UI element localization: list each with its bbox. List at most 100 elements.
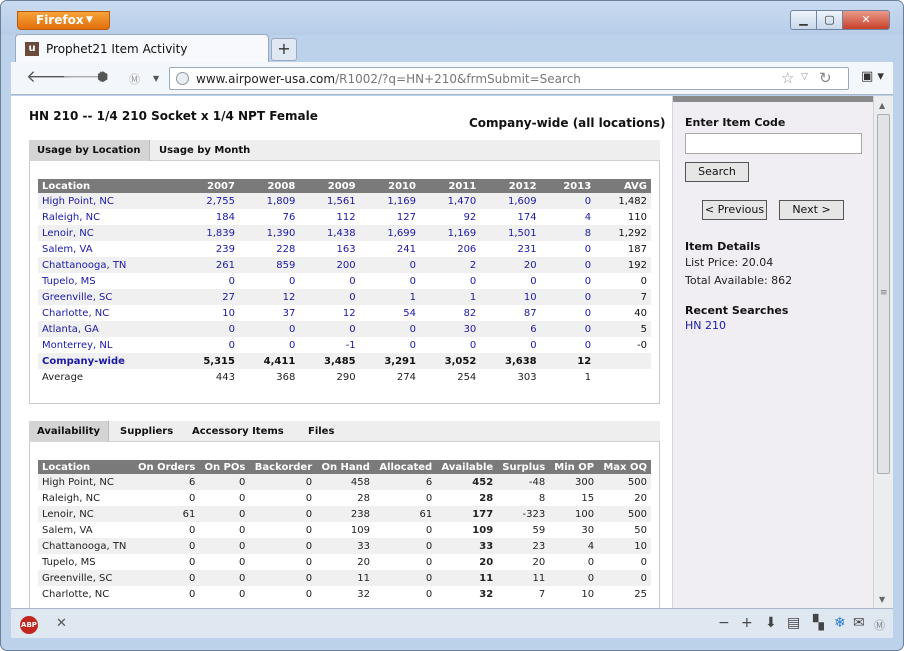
usage-value-cell: 184 bbox=[215, 211, 235, 223]
availability-value-cell: 0 bbox=[305, 556, 313, 568]
location-link[interactable]: Tupelo, MS bbox=[42, 276, 96, 287]
availability-col-header: On Hand bbox=[316, 460, 374, 474]
usage-col-header: Location bbox=[38, 179, 179, 193]
location-link[interactable]: Monterrey, NL bbox=[42, 340, 112, 351]
availability-value-cell: 500 bbox=[598, 506, 651, 522]
mail-icon[interactable]: ✉ bbox=[853, 615, 865, 631]
availability-row: High Point, NC 6 0 0 458 6 452 -48 300 500 bbox=[38, 474, 651, 490]
usage-col-header: 2007 bbox=[178, 179, 239, 193]
browser-tab[interactable]: u Prophet21 Item Activity bbox=[15, 34, 269, 63]
availability-location-cell: Lenoir, NC bbox=[38, 506, 133, 522]
url-bar[interactable]: www.airpower-usa.com/R1002/?q=HN+210&frm… bbox=[169, 67, 849, 90]
location-link[interactable]: Greenville, SC bbox=[42, 292, 112, 303]
scroll-up-icon[interactable]: ▲ bbox=[879, 101, 885, 110]
tab-files[interactable]: Files bbox=[300, 421, 342, 442]
firefox-menu-button[interactable]: Firefox ▼ bbox=[17, 11, 110, 30]
usage-value-cell: 7 bbox=[595, 289, 651, 305]
company-total-cell: 4,411 bbox=[238, 353, 300, 369]
url-text[interactable]: www.airpower-usa.com/R1002/?q=HN+210&frm… bbox=[196, 72, 581, 86]
m-addon-icon[interactable]: Ⓜ bbox=[129, 71, 140, 87]
availability-value-cell: 10 bbox=[598, 538, 651, 554]
usage-value-cell: 0 bbox=[540, 257, 596, 273]
location-link[interactable]: High Point, NC bbox=[42, 196, 114, 207]
location-link[interactable]: Salem, VA bbox=[42, 244, 93, 255]
usage-value-cell: -0 bbox=[637, 339, 647, 351]
checker-icon[interactable]: ▚ bbox=[813, 615, 824, 631]
minimize-button[interactable]: ▁ bbox=[790, 10, 817, 30]
usage-value-cell: 1,699 bbox=[359, 225, 420, 241]
location-link[interactable]: Charlotte, NC bbox=[42, 308, 109, 319]
company-wide-link[interactable]: Company-wide bbox=[38, 353, 179, 369]
average-cell: 1 bbox=[584, 371, 592, 383]
m-status-icon[interactable]: Ⓜ bbox=[874, 617, 885, 633]
next-button[interactable]: Next > bbox=[779, 200, 844, 220]
tab-usage-by-location[interactable]: Usage by Location bbox=[29, 140, 150, 161]
availability-value-cell: 0 bbox=[188, 524, 196, 536]
average-cell: 274 bbox=[396, 371, 416, 383]
availability-value-cell: 32 bbox=[357, 588, 370, 600]
usage-value-cell: 0 bbox=[288, 339, 296, 351]
download-icon[interactable]: ⬇ bbox=[765, 615, 777, 631]
previous-button[interactable]: < Previous bbox=[702, 200, 767, 220]
average-cell: 290 bbox=[336, 371, 356, 383]
recent-search-link[interactable]: HN 210 bbox=[685, 319, 726, 332]
usage-row: Charlotte, NC 10 37 12 54 82 87 0 40 bbox=[38, 305, 651, 321]
usage-location-cell: Charlotte, NC bbox=[38, 305, 179, 321]
availability-value-cell: 0 bbox=[425, 588, 433, 600]
availability-value-cell: 33 bbox=[316, 538, 374, 554]
dropdown-icon[interactable]: ▼ bbox=[153, 74, 159, 83]
availability-value-cell: 177 bbox=[436, 506, 498, 522]
usage-value-cell: 20 bbox=[480, 257, 541, 273]
availability-value-cell: 0 bbox=[305, 524, 313, 536]
usage-row: Lenoir, NC 1,839 1,390 1,438 1,699 1,169 1,501… bbox=[38, 225, 651, 241]
tab-availability[interactable]: Availability bbox=[29, 421, 109, 442]
addon-icon[interactable]: ⬢ bbox=[97, 70, 108, 85]
availability-value-cell: 0 bbox=[425, 524, 433, 536]
usage-value-cell: 0 bbox=[359, 257, 420, 273]
usage-value-cell: 127 bbox=[396, 211, 416, 223]
url-history-dropdown-icon[interactable]: ▽ bbox=[801, 72, 808, 82]
close-addon-bar-icon[interactable]: ✕ bbox=[56, 616, 67, 631]
availability-value-cell: 0 bbox=[238, 492, 246, 504]
vertical-scrollbar[interactable]: ▲ ≡ ▼ bbox=[873, 96, 893, 608]
availability-value-cell: 8 bbox=[538, 492, 546, 504]
bookmark-star-icon[interactable]: ☆ bbox=[781, 69, 794, 87]
availability-value-cell: 11 bbox=[436, 570, 498, 586]
search-button[interactable]: Search bbox=[685, 162, 749, 182]
usage-location-cell: Atlanta, GA bbox=[38, 321, 179, 337]
new-tab-button[interactable]: + bbox=[271, 38, 297, 61]
zoom-out-icon[interactable]: − bbox=[718, 615, 730, 631]
maximize-button[interactable]: ▢ bbox=[816, 10, 843, 30]
usage-value-cell: 1,561 bbox=[299, 193, 360, 209]
availability-value-cell: 0 bbox=[373, 538, 437, 554]
item-code-input[interactable] bbox=[685, 133, 862, 154]
usage-value-cell: 0 bbox=[409, 339, 416, 351]
page-content: HN 210 -- 1/4 210 Socket x 1/4 NPT Femal… bbox=[11, 96, 893, 608]
close-window-button[interactable]: ✕ bbox=[842, 10, 890, 30]
adblock-icon[interactable]: ABP bbox=[20, 616, 38, 634]
availability-row: Chattanooga, TN 0 0 0 33 0 33 23 4 10 bbox=[38, 538, 651, 554]
usage-value-cell: 12 bbox=[342, 307, 356, 319]
package-icon[interactable]: ▤ bbox=[787, 615, 800, 631]
bookmarks-menu-icon[interactable]: ▣ ▾ bbox=[861, 69, 889, 88]
tab-usage-by-month[interactable]: Usage by Month bbox=[151, 140, 258, 161]
reload-icon[interactable]: ↻ bbox=[819, 69, 832, 87]
location-link[interactable]: Raleigh, NC bbox=[42, 212, 100, 223]
location-link[interactable]: Lenoir, NC bbox=[42, 228, 94, 239]
location-link[interactable]: Atlanta, GA bbox=[42, 324, 99, 335]
availability-location-cell: Salem, VA bbox=[42, 524, 93, 536]
availability-value-cell: 20 bbox=[357, 556, 370, 568]
availability-value-cell: 0 bbox=[132, 570, 200, 586]
usage-value-cell: 54 bbox=[403, 307, 416, 319]
scroll-down-icon[interactable]: ▼ bbox=[879, 595, 885, 604]
usage-value-cell: 163 bbox=[336, 243, 356, 255]
tab-suppliers[interactable]: Suppliers bbox=[112, 421, 181, 442]
usage-tabs: Usage by Location Usage by Month bbox=[29, 140, 660, 161]
zoom-in-icon[interactable]: + bbox=[741, 615, 753, 631]
availability-value-cell: 15 bbox=[581, 492, 595, 504]
location-link[interactable]: Chattanooga, TN bbox=[42, 260, 126, 271]
scroll-grip-icon: ≡ bbox=[880, 288, 888, 298]
usage-value-cell: 2 bbox=[419, 257, 481, 273]
snowflake-icon[interactable]: ❄ bbox=[834, 615, 846, 631]
tab-accessory-items[interactable]: Accessory Items bbox=[184, 421, 292, 442]
